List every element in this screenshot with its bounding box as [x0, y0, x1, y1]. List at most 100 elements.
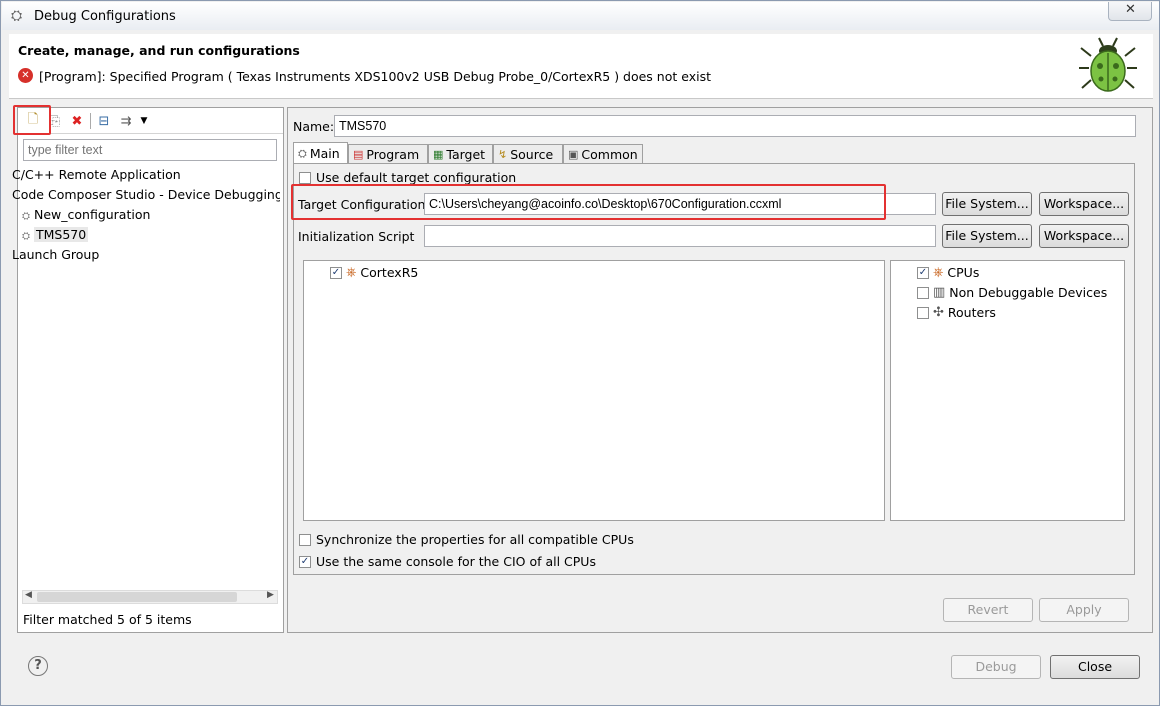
- collapse-all-button[interactable]: ⊟: [95, 112, 113, 130]
- tree-item-ccs-device-debugging[interactable]: Code Composer Studio - Device Debugging: [12, 185, 280, 205]
- bug-icon: [1079, 37, 1137, 92]
- filter-status: Filter matched 5 of 5 items: [23, 612, 192, 627]
- routers-checkbox[interactable]: [917, 306, 929, 319]
- sync-checkbox[interactable]: [299, 533, 311, 546]
- horizontal-scrollbar[interactable]: ◀ ▶: [22, 590, 278, 604]
- use-default-config-row: Use default target configuration: [299, 170, 516, 185]
- tab-label: Source: [510, 147, 554, 162]
- source-icon: ↯: [498, 148, 508, 161]
- program-icon: ▤: [353, 148, 364, 161]
- cpu-icon: ⎈: [346, 265, 357, 280]
- revert-button[interactable]: Revert: [943, 598, 1033, 622]
- filter-label: Non Debuggable Devices: [949, 285, 1108, 300]
- tab-main[interactable]: ⛭ Main: [293, 142, 348, 164]
- init-script-label: Initialization Script: [298, 229, 415, 244]
- chip-icon: ▥: [933, 285, 946, 300]
- init-workspace-button[interactable]: Workspace...: [1039, 224, 1129, 248]
- scroll-left-icon: ◀: [25, 590, 32, 600]
- help-button[interactable]: ?: [28, 656, 48, 676]
- tree-item-new-configuration[interactable]: ⛭ New_configuration: [18, 205, 280, 225]
- filter-input[interactable]: [23, 139, 277, 161]
- scrollbar-thumb[interactable]: [37, 592, 237, 602]
- highlight-target-config: [291, 184, 886, 220]
- target-workspace-button[interactable]: Workspace...: [1039, 192, 1129, 216]
- device-filter-panel: ✓ ⎈ CPUs ▥ Non Debuggable Devices ✣ Rout…: [890, 260, 1125, 521]
- copy-icon: ⎘: [49, 113, 61, 129]
- toolbar-separator: [90, 113, 91, 129]
- error-message: [Program]: Specified Program ( Texas Ins…: [39, 69, 711, 84]
- app-icon: ⛭: [11, 8, 23, 24]
- init-file-system-button[interactable]: File System...: [942, 224, 1032, 248]
- configuration-tree: C/C++ Remote Application Code Composer S…: [12, 165, 280, 265]
- tab-label: Main: [309, 146, 340, 161]
- scroll-right-icon: ▶: [267, 590, 274, 600]
- tree-item-label: New_configuration: [33, 207, 151, 222]
- cpu-tree-panel: ✓ ⎈ CortexR5: [303, 260, 885, 521]
- tab-source[interactable]: ↯ Source: [493, 144, 563, 164]
- filter-menu-button[interactable]: ▼: [139, 112, 149, 130]
- use-default-checkbox[interactable]: [299, 171, 311, 184]
- close-window-button[interactable]: ✕: [1108, 2, 1152, 21]
- dropdown-arrow-icon: ▼: [140, 116, 148, 126]
- use-default-label: Use default target configuration: [316, 170, 517, 185]
- filter-label: CPUs: [947, 265, 980, 280]
- tree-item-label: TMS570: [33, 227, 89, 242]
- tab-program[interactable]: ▤ Program: [348, 144, 428, 164]
- non-debuggable-checkbox[interactable]: [917, 286, 929, 299]
- filter-icon: ⇉: [120, 113, 132, 129]
- same-console-row: ✓ Use the same console for the CIO of al…: [299, 554, 596, 569]
- tree-item-label: Code Composer Studio - Device Debugging: [12, 187, 280, 202]
- init-script-input[interactable]: [424, 225, 936, 247]
- cpus-checkbox[interactable]: ✓: [917, 266, 929, 279]
- tab-common[interactable]: ▣ Common: [563, 144, 643, 164]
- router-icon: ✣: [933, 305, 944, 320]
- header-title: Create, manage, and run configurations: [18, 43, 300, 58]
- tree-item-tms570[interactable]: ⛭ TMS570: [18, 225, 280, 245]
- same-console-checkbox[interactable]: ✓: [299, 555, 311, 568]
- dialog-header: Create, manage, and run configurations ✕…: [9, 34, 1153, 99]
- tab-label: Common: [581, 147, 638, 162]
- common-icon: ▣: [568, 148, 579, 161]
- filter-button[interactable]: ⇉: [117, 112, 135, 130]
- tab-target[interactable]: ▦ Target: [428, 144, 493, 164]
- config-icon: ⛭: [22, 231, 30, 242]
- tree-item-label: Launch Group: [12, 247, 100, 262]
- filter-non-debuggable[interactable]: ▥ Non Debuggable Devices: [917, 285, 1107, 300]
- debug-configurations-window: ⛭ Debug Configurations ✕ Create, manage,…: [0, 0, 1160, 706]
- toolbar-divider: [18, 133, 283, 134]
- tab-label: Program: [366, 147, 420, 162]
- name-input[interactable]: [334, 115, 1136, 137]
- close-icon: ✕: [1125, 2, 1136, 17]
- main-icon: ⛭: [298, 146, 307, 160]
- name-label: Name:: [293, 119, 335, 134]
- sync-label: Synchronize the properties for all compa…: [316, 532, 634, 547]
- apply-button[interactable]: Apply: [1039, 598, 1129, 622]
- target-icon: ▦: [433, 148, 444, 161]
- title-bar: ⛭ Debug Configurations ✕: [2, 2, 1159, 30]
- highlight-new-button: [13, 105, 51, 135]
- window-title: Debug Configurations: [34, 9, 176, 24]
- config-icon: ⛭: [22, 211, 30, 222]
- close-button[interactable]: Close: [1050, 655, 1140, 679]
- configuration-list-panel: 🗋 ⎘ ✖ ⊟ ⇉ ▼ C/C++ Remote Application Cod…: [12, 107, 284, 633]
- error-icon: ✕: [18, 68, 33, 83]
- tab-label: Target: [446, 147, 486, 162]
- sync-properties-row: Synchronize the properties for all compa…: [299, 532, 634, 547]
- collapse-icon: ⊟: [98, 113, 110, 129]
- same-console-label: Use the same console for the CIO of all …: [316, 554, 596, 569]
- tree-item-cpp-remote[interactable]: C/C++ Remote Application: [12, 165, 280, 185]
- delete-icon: ✖: [71, 113, 83, 129]
- target-file-system-button[interactable]: File System...: [942, 192, 1032, 216]
- filter-routers[interactable]: ✣ Routers: [917, 305, 996, 320]
- delete-button[interactable]: ✖: [68, 112, 86, 130]
- filter-cpus[interactable]: ✓ ⎈ CPUs: [917, 265, 979, 280]
- tree-item-launch-group[interactable]: Launch Group: [12, 245, 280, 265]
- cpu-tree-item[interactable]: ✓ ⎈ CortexR5: [330, 265, 418, 280]
- cpu-label: CortexR5: [360, 265, 419, 280]
- help-icon: ?: [34, 658, 42, 673]
- filter-label: Routers: [947, 305, 996, 320]
- cpu-icon: ⎈: [933, 265, 944, 280]
- tree-item-label: C/C++ Remote Application: [12, 167, 181, 182]
- cortexr5-checkbox[interactable]: ✓: [330, 266, 342, 279]
- debug-button[interactable]: Debug: [951, 655, 1041, 679]
